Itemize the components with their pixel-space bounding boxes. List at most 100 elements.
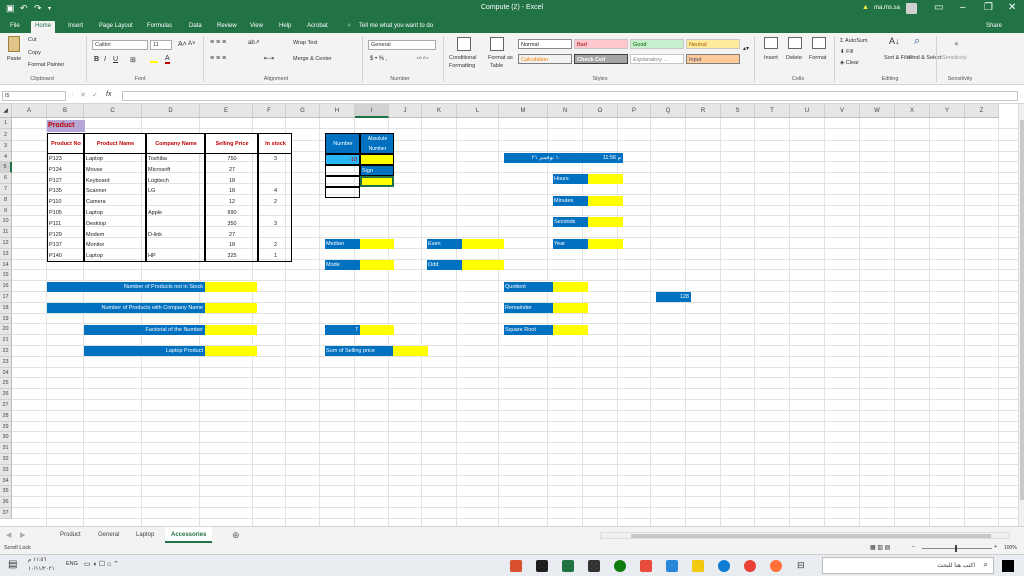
font-color-icon[interactable]: A <box>165 55 170 64</box>
row-header-9[interactable]: 9 <box>0 205 12 217</box>
even-value[interactable] <box>462 239 504 249</box>
clear-button[interactable]: ◈ Clear <box>840 60 859 66</box>
row-header-5[interactable]: 5 <box>0 162 12 174</box>
user-name[interactable]: ma.ms.sa <box>874 5 900 11</box>
acrobat-icon[interactable] <box>536 560 548 572</box>
row-header-23[interactable]: 23 <box>0 356 12 368</box>
column-header-y[interactable]: Y <box>930 104 965 118</box>
column-header-w[interactable]: W <box>860 104 895 118</box>
product-cell[interactable]: P110 <box>47 197 84 208</box>
header-product-no[interactable]: Product No <box>47 133 84 154</box>
row-header-3[interactable]: 3 <box>0 140 12 152</box>
product-cell[interactable]: Desktop <box>84 218 146 230</box>
mail-icon[interactable] <box>666 560 678 572</box>
hours-value[interactable] <box>588 174 623 184</box>
align-top-icon[interactable]: ≡ ≡ ≡ <box>210 39 226 46</box>
column-header-c[interactable]: C <box>84 104 142 118</box>
median-value[interactable] <box>360 239 394 249</box>
number-value[interactable]: -10 <box>325 154 360 165</box>
zoom-out-icon[interactable]: – <box>912 544 915 550</box>
header-in-stock[interactable]: In stock <box>258 133 292 154</box>
number-empty[interactable] <box>325 165 360 176</box>
chrome-icon[interactable] <box>744 560 756 572</box>
find-icon[interactable]: ⌕ <box>914 35 920 48</box>
decimal-icon[interactable]: ⁺⁰ ⁰⁺ <box>416 56 429 63</box>
minimize-icon[interactable]: – <box>960 2 966 13</box>
cut-button[interactable]: Cut <box>28 37 37 43</box>
row-header-30[interactable]: 30 <box>0 432 12 444</box>
column-header-v[interactable]: V <box>825 104 860 118</box>
row-header-29[interactable]: 29 <box>0 421 12 433</box>
column-header-d[interactable]: D <box>142 104 200 118</box>
style-explanatory[interactable]: Explanatory ... <box>630 54 684 64</box>
tab-data[interactable]: Data <box>185 21 206 33</box>
sheet-tab-general[interactable]: General <box>92 527 125 543</box>
laptop-product-value[interactable] <box>205 346 257 356</box>
product-cell[interactable]: 2 <box>258 197 292 208</box>
column-header-g[interactable]: G <box>286 104 320 118</box>
median-label[interactable]: Median <box>325 239 360 249</box>
column-header-r[interactable]: R <box>686 104 721 118</box>
product-cell[interactable]: P140 <box>47 251 84 262</box>
square-root-value[interactable] <box>553 325 588 335</box>
excel-icon[interactable] <box>562 560 574 572</box>
product-cell[interactable] <box>258 164 292 176</box>
product-cell[interactable]: 325 <box>205 251 258 262</box>
format-painter-button[interactable]: Format Painter <box>28 62 64 68</box>
conditional-formatting-button[interactable]: Conditional <box>449 55 477 61</box>
column-header-f[interactable]: F <box>253 104 286 118</box>
xbox-icon[interactable] <box>614 560 626 572</box>
insert-cells-icon[interactable] <box>764 37 778 49</box>
product-cell[interactable]: Monitor <box>84 240 146 252</box>
remainder-label[interactable]: Remainder <box>504 303 553 313</box>
clock-date[interactable]: ١٠/١١/٢٠٢١ <box>28 566 55 572</box>
tab-insert[interactable]: Insert <box>64 21 87 33</box>
time-value[interactable]: 11:56 م <box>588 153 623 163</box>
with-company-value[interactable] <box>205 303 257 313</box>
style-good[interactable]: Good <box>630 39 684 49</box>
row-header-34[interactable]: 34 <box>0 475 12 487</box>
tab-file[interactable]: File <box>6 21 24 33</box>
tab-page-layout[interactable]: Page Layout <box>95 21 137 33</box>
close-icon[interactable]: ✕ <box>1008 2 1016 13</box>
quotient-label[interactable]: Quotient <box>504 282 553 292</box>
edge-icon[interactable] <box>718 560 730 572</box>
row-header-25[interactable]: 25 <box>0 378 12 390</box>
remainder-value[interactable] <box>553 303 588 313</box>
product-cell[interactable]: Keyboard <box>84 175 146 187</box>
product-cell[interactable]: Scanner <box>84 186 146 198</box>
sort-filter-icon[interactable]: A↓ <box>889 36 900 46</box>
product-cell[interactable] <box>258 229 292 241</box>
zoom-in-icon[interactable]: + <box>994 544 997 550</box>
product-cell[interactable]: Microsoft <box>146 164 205 176</box>
style-neutral[interactable]: Neutral <box>686 39 740 49</box>
row-header-20[interactable]: 20 <box>0 324 12 336</box>
worksheet-grid[interactable]: ◢ ABCDEFGHIJKLMNOPQRSTUVWXYZ 1 2 3 4 5 6 7 8 9 10… <box>0 104 1018 526</box>
not-in-stock-value[interactable] <box>205 282 257 292</box>
store-icon[interactable] <box>588 560 600 572</box>
column-header-s[interactable]: S <box>721 104 755 118</box>
row-header-8[interactable]: 8 <box>0 194 12 206</box>
product-cell[interactable]: Modem <box>84 229 146 241</box>
vertical-scrollbar[interactable] <box>1018 104 1024 526</box>
style-normal[interactable]: Normal <box>518 39 572 49</box>
maximize-icon[interactable]: ❐ <box>984 2 993 13</box>
paste-icon[interactable] <box>8 36 20 52</box>
row-header-11[interactable]: 11 <box>0 227 12 238</box>
row-header-31[interactable]: 31 <box>0 443 12 454</box>
product-cell[interactable]: P111 <box>47 218 84 230</box>
underline-button[interactable]: U <box>113 56 118 63</box>
column-header-p[interactable]: P <box>618 104 651 118</box>
product-cell[interactable]: 750 <box>205 154 258 165</box>
factorial-label[interactable]: Factorial of the Number <box>84 325 205 335</box>
sign-label[interactable]: Sign <box>360 165 394 176</box>
name-box[interactable]: I5 <box>2 91 66 101</box>
row-header-18[interactable]: 18 <box>0 302 12 314</box>
number-label[interactable]: Number <box>325 133 360 154</box>
taskbar-search[interactable]: اكتب هنا للبحث ⌕ <box>822 557 994 574</box>
odd-label[interactable]: Odd <box>427 260 462 270</box>
with-company-label[interactable]: Number of Products with Company Name <box>47 303 205 313</box>
start-icon[interactable] <box>1002 560 1014 572</box>
grow-font-icon[interactable]: A˄ <box>178 41 187 48</box>
factorial-value[interactable] <box>205 325 257 335</box>
